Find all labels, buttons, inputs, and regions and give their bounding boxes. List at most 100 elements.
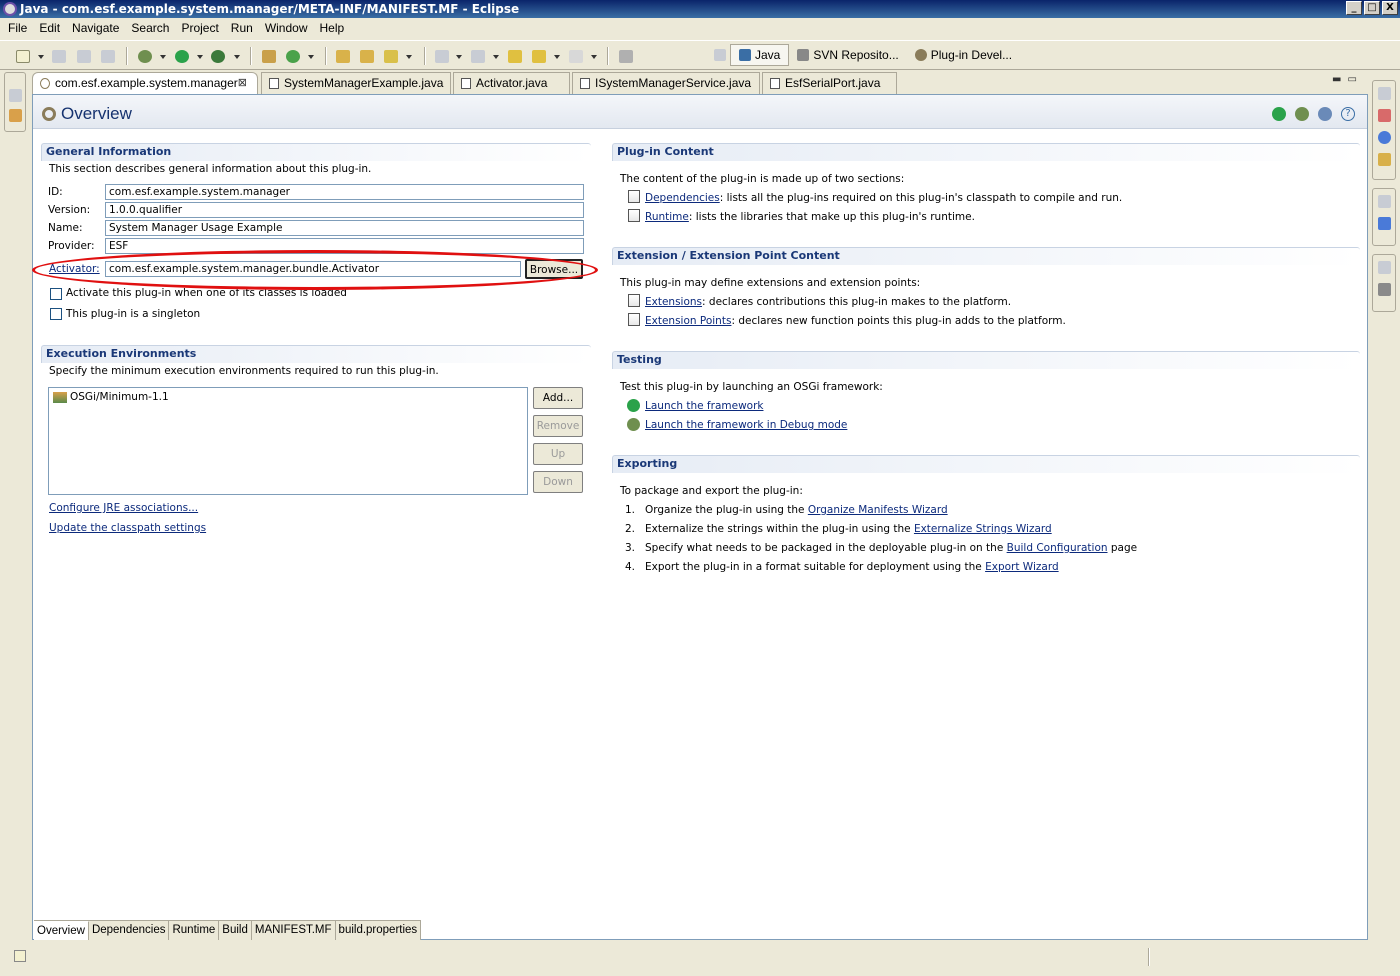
search-dropdown-icon[interactable]	[406, 55, 412, 59]
previous-annotation-dropdown-icon[interactable]	[493, 55, 499, 59]
name-field[interactable]: System Manager Usage Example	[105, 220, 584, 236]
tab-dependencies[interactable]: Dependencies	[88, 921, 170, 940]
menu-window[interactable]: Window	[259, 21, 314, 35]
organize-manifests-link[interactable]: Organize Manifests Wizard	[808, 504, 948, 516]
run-icon[interactable]	[1272, 107, 1286, 121]
tab-manifest[interactable]: com.esf.example.system.manager ⊠	[32, 72, 258, 94]
print-icon[interactable]	[101, 50, 115, 63]
tab-isystem-manager-service[interactable]: ISystemManagerService.java	[572, 72, 760, 94]
new-package-icon[interactable]	[262, 50, 276, 63]
search-icon[interactable]	[384, 50, 398, 63]
declaration-icon[interactable]	[1378, 153, 1391, 166]
run-icon[interactable]	[175, 50, 189, 63]
new-class-icon[interactable]	[286, 50, 300, 63]
update-classpath-link[interactable]: Update the classpath settings	[49, 522, 206, 534]
activate-checkbox[interactable]	[50, 288, 62, 300]
general-information-section: General Information This section describ…	[41, 143, 591, 333]
editor-min-max-icon[interactable]: ▬▭	[1332, 74, 1363, 85]
next-annotation-dropdown-icon[interactable]	[456, 55, 462, 59]
menu-navigate[interactable]: Navigate	[66, 21, 125, 35]
next-annotation-icon[interactable]	[435, 50, 449, 63]
tab-manifest-mf[interactable]: MANIFEST.MF	[251, 921, 336, 940]
extensions-link[interactable]: Extensions	[645, 296, 702, 308]
menu-help[interactable]: Help	[314, 21, 351, 35]
forward-icon[interactable]	[569, 50, 583, 63]
package-explorer-icon[interactable]	[9, 109, 22, 122]
launch-framework-link[interactable]: Launch the framework	[645, 400, 763, 412]
tab-overview[interactable]: Overview	[34, 921, 89, 940]
tab-runtime[interactable]: Runtime	[169, 921, 220, 940]
save-all-icon[interactable]	[77, 50, 91, 63]
outline-icon[interactable]	[1378, 217, 1391, 230]
restore-icon[interactable]	[9, 89, 22, 102]
export-wizard-link[interactable]: Export Wizard	[985, 561, 1059, 573]
help-icon[interactable]: ?	[1341, 107, 1355, 121]
tab-esf-serial-port[interactable]: EsfSerialPort.java	[762, 72, 897, 94]
provider-field[interactable]: ESF	[105, 238, 584, 254]
tab-system-manager-example[interactable]: SystemManagerExample.java	[261, 72, 451, 94]
fast-view-icon[interactable]	[14, 950, 26, 962]
debug-icon[interactable]	[1295, 107, 1309, 121]
menu-run[interactable]: Run	[225, 21, 259, 35]
down-button[interactable]: Down	[533, 471, 583, 493]
save-icon[interactable]	[52, 50, 66, 63]
close-button[interactable]: X	[1382, 1, 1398, 15]
launch-framework-debug-link[interactable]: Launch the framework in Debug mode	[645, 419, 847, 431]
new-dropdown-icon[interactable]	[38, 55, 44, 59]
previous-annotation-icon[interactable]	[471, 50, 485, 63]
minimize-button[interactable]: _	[1346, 1, 1362, 15]
hierarchy-icon[interactable]	[1378, 109, 1391, 122]
plugin-content-section: Plug-in Content The content of the plug-…	[612, 143, 1360, 233]
menu-project[interactable]: Project	[175, 21, 224, 35]
back-icon[interactable]	[532, 50, 546, 63]
add-button[interactable]: Add...	[533, 387, 583, 409]
external-tools-icon[interactable]	[211, 50, 225, 63]
maximize-button[interactable]: □	[1364, 1, 1380, 15]
externalize-strings-link[interactable]: Externalize Strings Wizard	[914, 523, 1052, 535]
external-tools-dropdown-icon[interactable]	[234, 55, 240, 59]
tab-build-properties[interactable]: build.properties	[335, 921, 422, 940]
list-item[interactable]: OSGi/Minimum-1.1	[53, 391, 169, 403]
runtime-link[interactable]: Runtime	[645, 211, 689, 223]
close-tab-icon[interactable]: ⊠	[238, 73, 247, 94]
pin-editor-icon[interactable]	[619, 50, 633, 63]
browse-button[interactable]: Browse...	[525, 259, 583, 279]
menu-search[interactable]: Search	[125, 21, 175, 35]
build-configuration-link[interactable]: Build Configuration	[1007, 542, 1108, 554]
singleton-checkbox[interactable]	[50, 308, 62, 320]
back-dropdown-icon[interactable]	[554, 55, 560, 59]
id-field[interactable]: com.esf.example.system.manager	[105, 184, 584, 200]
run-dropdown-icon[interactable]	[197, 55, 203, 59]
up-button[interactable]: Up	[533, 443, 583, 465]
tab-activator[interactable]: Activator.java	[453, 72, 570, 94]
debug-dropdown-icon[interactable]	[160, 55, 166, 59]
task-list-icon[interactable]	[1378, 283, 1391, 296]
restore-icon[interactable]	[1378, 195, 1391, 208]
new-icon[interactable]	[16, 50, 30, 63]
version-field[interactable]: 1.0.0.qualifier	[105, 202, 584, 218]
open-task-icon[interactable]	[360, 50, 374, 63]
javadoc-icon[interactable]	[1378, 131, 1391, 144]
perspective-svn[interactable]: SVN Reposito...	[789, 44, 906, 66]
environments-list[interactable]: OSGi/Minimum-1.1	[48, 387, 528, 495]
forward-dropdown-icon[interactable]	[591, 55, 597, 59]
open-perspective-icon[interactable]	[714, 49, 726, 61]
restore-icon[interactable]	[1378, 87, 1391, 100]
menu-file[interactable]: File	[2, 21, 33, 35]
dependencies-link[interactable]: Dependencies	[645, 192, 720, 204]
last-edit-location-icon[interactable]	[508, 50, 522, 63]
open-type-icon[interactable]	[336, 50, 350, 63]
configure-jre-link[interactable]: Configure JRE associations...	[49, 502, 198, 514]
new-class-dropdown-icon[interactable]	[308, 55, 314, 59]
activator-link[interactable]: Activator:	[49, 263, 100, 275]
remove-button[interactable]: Remove	[533, 415, 583, 437]
perspective-plugin-dev[interactable]: Plug-in Devel...	[907, 44, 1020, 66]
restore-icon[interactable]	[1378, 261, 1391, 274]
extension-points-link[interactable]: Extension Points	[645, 315, 731, 327]
menu-edit[interactable]: Edit	[33, 21, 66, 35]
tab-build[interactable]: Build	[219, 921, 252, 940]
perspective-java[interactable]: Java	[730, 44, 790, 66]
profile-icon[interactable]	[1318, 107, 1332, 121]
activator-field[interactable]: com.esf.example.system.manager.bundle.Ac…	[105, 261, 521, 277]
debug-icon[interactable]	[138, 50, 152, 63]
